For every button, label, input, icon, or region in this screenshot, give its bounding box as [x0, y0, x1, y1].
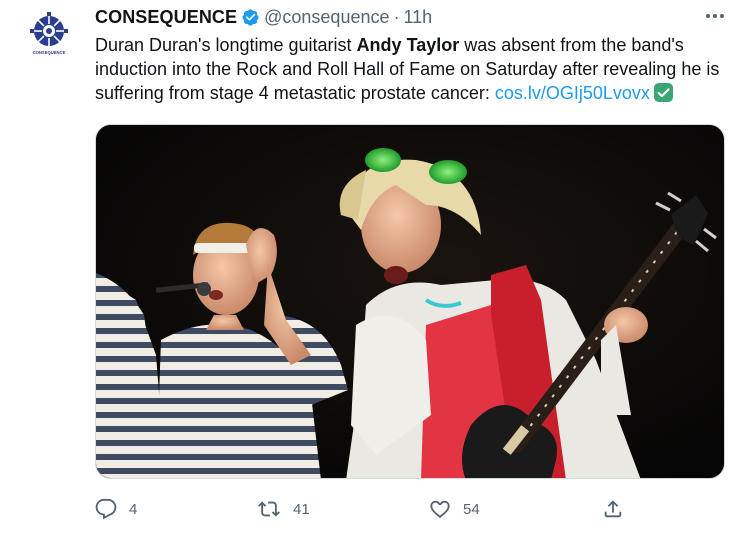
- tweet-text-mention: Andy Taylor: [356, 35, 460, 55]
- share-icon: [604, 500, 622, 518]
- avatar-logo-text: CONSEQUENCE: [33, 50, 66, 55]
- display-name[interactable]: CONSEQUENCE: [95, 7, 237, 28]
- tweet-photo[interactable]: [95, 124, 725, 479]
- reply-button[interactable]: 4: [95, 496, 137, 522]
- tweet-text-intro: Duran Duran's longtime guitarist: [95, 35, 357, 55]
- verified-badge-icon: [241, 8, 260, 27]
- separator-dot: ·: [393, 6, 400, 27]
- user-handle[interactable]: @consequence: [264, 7, 389, 28]
- like-button[interactable]: 54: [429, 496, 480, 522]
- concert-photo-image: [96, 125, 724, 478]
- retweet-count: 41: [293, 500, 310, 518]
- tweet-actions: 4 41 54: [95, 496, 655, 522]
- tweet-timestamp[interactable]: 11h: [403, 7, 432, 28]
- tweet-header: CONSEQUENCE @consequence · 11h: [95, 6, 432, 28]
- like-count: 54: [463, 500, 480, 518]
- avatar[interactable]: CONSEQUENCE: [22, 8, 76, 62]
- heart-icon: [430, 500, 450, 519]
- check-mark-icon: [653, 83, 673, 108]
- share-button[interactable]: [602, 496, 624, 522]
- tweet-card[interactable]: CONSEQUENCE CONSEQUENCE @consequence · 1…: [0, 0, 752, 535]
- more-options-icon: [706, 14, 724, 18]
- retweet-icon: [258, 501, 280, 517]
- tweet-link[interactable]: cos.lv/OGIj50Lvovx: [495, 83, 650, 103]
- retweet-button[interactable]: 41: [257, 496, 310, 522]
- consequence-logo-icon: CONSEQUENCE: [30, 12, 68, 55]
- reply-count: 4: [129, 500, 138, 518]
- tweet-text: Duran Duran's longtime guitarist Andy Ta…: [95, 33, 735, 108]
- more-options-button[interactable]: [700, 4, 730, 28]
- reply-icon: [95, 498, 117, 520]
